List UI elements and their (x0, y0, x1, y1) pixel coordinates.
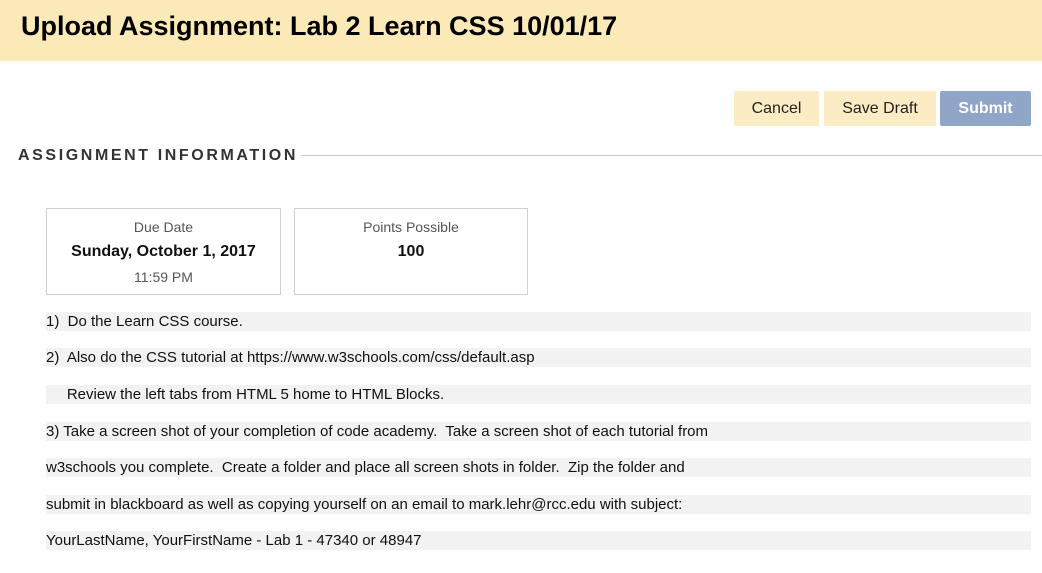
instruction-line: w3schools you complete. Create a folder … (46, 458, 1031, 477)
instruction-line: Review the left tabs from HTML 5 home to… (46, 385, 1031, 404)
save-draft-button[interactable]: Save Draft (824, 91, 936, 126)
section-divider (301, 155, 1042, 156)
instruction-line: YourLastName, YourFirstName - Lab 1 - 47… (46, 531, 1031, 550)
instruction-line: 2) Also do the CSS tutorial at https://w… (46, 348, 1031, 367)
instruction-line: submit in blackboard as well as copying … (46, 495, 1031, 514)
due-date-value: Sunday, October 1, 2017 (71, 243, 256, 260)
cancel-button[interactable]: Cancel (734, 91, 819, 126)
submit-button[interactable]: Submit (940, 91, 1031, 126)
points-possible-value: 100 (397, 243, 425, 260)
page-title: Upload Assignment: Lab 2 Learn CSS 10/01… (21, 11, 618, 41)
section-title: ASSIGNMENT INFORMATION (18, 147, 299, 164)
instruction-line: 3) Take a screen shot of your completion… (46, 422, 1031, 441)
due-date-label: Due Date (133, 219, 194, 235)
due-date-card: Due Date Sunday, October 1, 2017 11:59 P… (46, 208, 281, 295)
page-header: Upload Assignment: Lab 2 Learn CSS 10/01… (0, 0, 1042, 61)
due-time-value: 11:59 PM (134, 269, 193, 285)
points-possible-card: Points Possible 100 (294, 208, 528, 295)
points-possible-label: Points Possible (363, 219, 459, 235)
instruction-line: 1) Do the Learn CSS course. (46, 312, 1031, 331)
